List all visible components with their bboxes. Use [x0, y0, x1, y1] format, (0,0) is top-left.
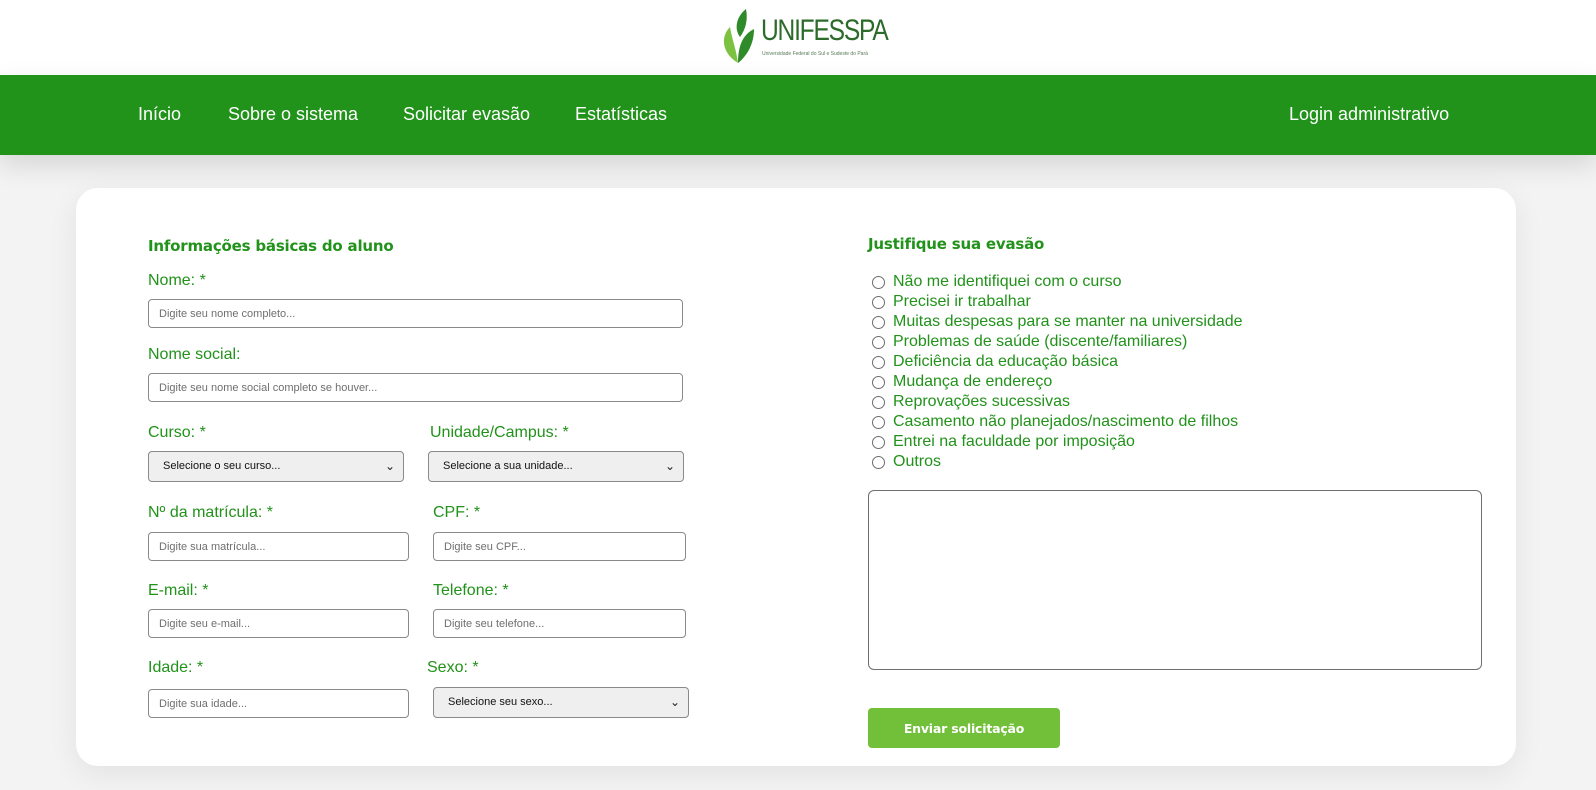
curso-select[interactable]: Selecione o seu curso... ⌄ [148, 451, 404, 482]
submit-button[interactable]: Enviar solicitação [868, 708, 1060, 748]
nav-solicitar-evasao[interactable]: Solicitar evasão [403, 104, 530, 125]
radio-option-0[interactable]: Não me identifiquei com o curso [872, 272, 1122, 292]
radio-label: Reprovações sucessivas [893, 393, 1070, 410]
chevron-down-icon: ⌄ [669, 695, 680, 709]
radio-option-8[interactable]: Entrei na faculdade por imposição [872, 432, 1135, 452]
justification-textarea[interactable] [868, 490, 1482, 670]
email-input[interactable] [148, 609, 409, 638]
radio-label: Não me identifiquei com o curso [893, 273, 1122, 290]
top-header: UNIFESSPA Universidade Federal do Sul e … [0, 0, 1596, 75]
nome-social-label: Nome social: [148, 346, 241, 363]
radio-circle-icon[interactable] [872, 435, 885, 449]
radio-option-4[interactable]: Deficiência da educação básica [872, 352, 1118, 372]
radio-label: Outros [893, 453, 942, 470]
leaf-logo-icon [723, 9, 754, 63]
radio-label: Casamento não planejados/nascimento de f… [893, 413, 1239, 430]
radio-label: Problemas de saúde (discente/familiares) [893, 333, 1188, 350]
main-navbar: Início Sobre o sistema Solicitar evasão … [0, 75, 1596, 155]
radio-option-5[interactable]: Mudança de endereço [872, 372, 1052, 392]
radio-option-6[interactable]: Reprovações sucessivas [872, 392, 1070, 412]
logo-wordmark: UNIFESSPA [761, 14, 889, 47]
chevron-down-icon: ⌄ [664, 459, 675, 473]
radio-option-2[interactable]: Muitas despesas para se manter na univer… [872, 312, 1243, 332]
radio-label: Deficiência da educação básica [893, 353, 1119, 370]
unifesspa-logo[interactable]: UNIFESSPA Universidade Federal do Sul e … [718, 7, 889, 65]
sexo-label: Sexo: * [427, 659, 479, 676]
nav-inicio[interactable]: Início [138, 104, 181, 125]
radio-option-9[interactable]: Outros [872, 452, 941, 472]
telefone-input[interactable] [433, 609, 686, 638]
idade-input[interactable] [148, 689, 409, 718]
justification-title: Justifique sua evasão [868, 235, 1045, 253]
radio-circle-icon[interactable] [872, 395, 885, 409]
radio-option-1[interactable]: Precisei ir trabalhar [872, 292, 1031, 312]
radio-circle-icon[interactable] [872, 415, 885, 429]
curso-label: Curso: * [148, 424, 206, 441]
nav-estatisticas[interactable]: Estatísticas [575, 104, 667, 125]
unidade-label: Unidade/Campus: * [430, 424, 569, 441]
nome-social-input[interactable] [148, 373, 683, 402]
nome-input[interactable] [148, 299, 683, 328]
student-info-title: Informações básicas do aluno [148, 237, 394, 255]
unidade-select[interactable]: Selecione a sua unidade... ⌄ [428, 451, 684, 482]
email-label: E-mail: * [148, 582, 209, 599]
sexo-select-value: Selecione seu sexo... [448, 696, 553, 708]
radio-label: Entrei na faculdade por imposição [893, 433, 1135, 450]
radio-option-7[interactable]: Casamento não planejados/nascimento de f… [872, 412, 1238, 432]
nome-label: Nome: * [148, 272, 206, 289]
unidade-select-value: Selecione a sua unidade... [443, 460, 573, 472]
radio-circle-icon[interactable] [872, 315, 885, 329]
nav-sobre-sistema[interactable]: Sobre o sistema [228, 104, 358, 125]
radio-label: Mudança de endereço [893, 373, 1053, 390]
radio-circle-icon[interactable] [872, 455, 885, 469]
radio-circle-icon[interactable] [872, 335, 885, 349]
sexo-select[interactable]: Selecione seu sexo... ⌄ [433, 687, 689, 718]
logo-subtitle: Universidade Federal do Sul e Sudeste do… [762, 51, 868, 57]
radio-circle-icon[interactable] [872, 355, 885, 369]
radio-circle-icon[interactable] [872, 375, 885, 389]
matricula-label: Nº da matrícula: * [148, 504, 273, 521]
radio-circle-icon[interactable] [872, 295, 885, 309]
radio-option-3[interactable]: Problemas de saúde (discente/familiares) [872, 332, 1187, 352]
radio-label: Muitas despesas para se manter na univer… [893, 313, 1243, 330]
chevron-down-icon: ⌄ [384, 459, 395, 473]
cpf-input[interactable] [433, 532, 686, 561]
cpf-label: CPF: * [433, 504, 481, 521]
nav-login-administrativo[interactable]: Login administrativo [1289, 104, 1449, 125]
matricula-input[interactable] [148, 532, 409, 561]
radio-circle-icon[interactable] [872, 275, 885, 289]
idade-label: Idade: * [148, 659, 204, 676]
radio-label: Precisei ir trabalhar [893, 293, 1031, 310]
curso-select-value: Selecione o seu curso... [163, 460, 281, 472]
telefone-label: Telefone: * [433, 582, 509, 599]
